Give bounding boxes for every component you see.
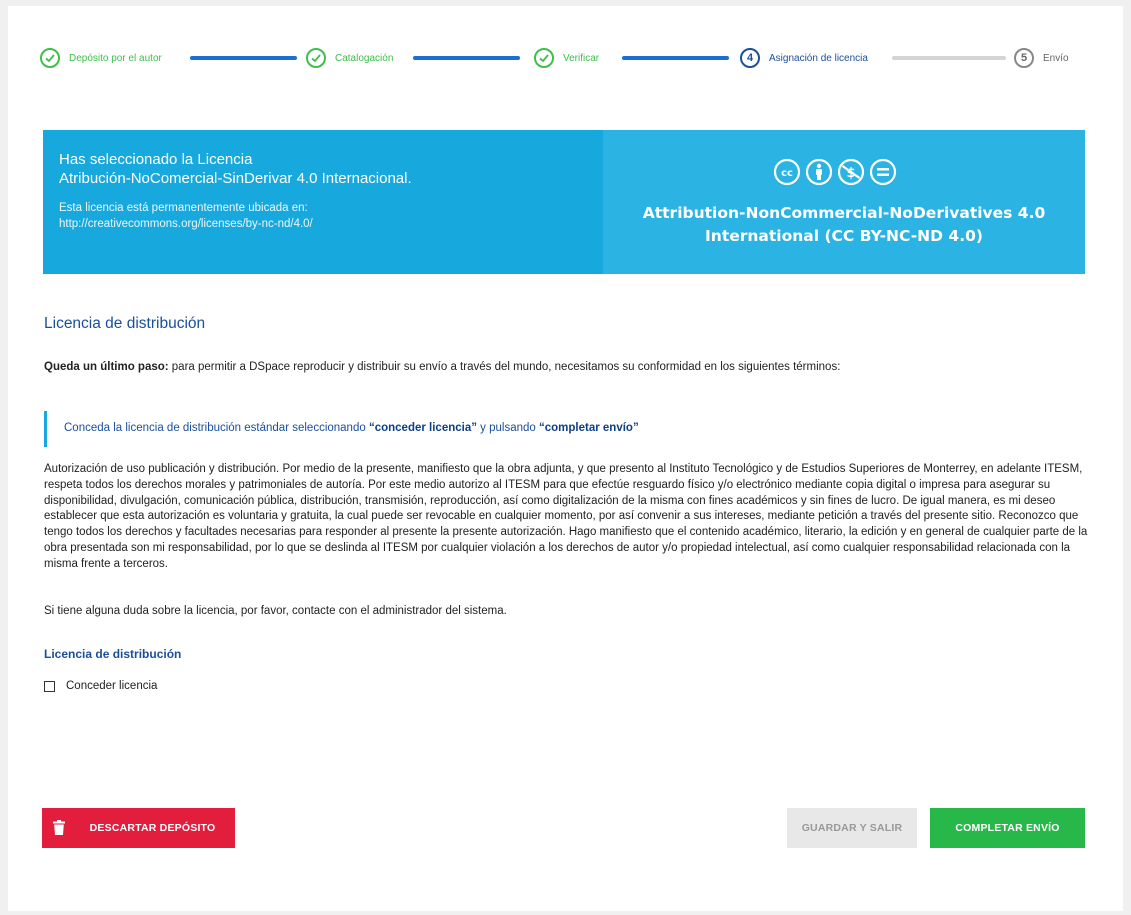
section-title: Licencia de distribución	[44, 315, 206, 332]
step-envio[interactable]: 5 Envío	[1014, 44, 1069, 72]
submission-page: Depósito por el autor Catalogación Verif…	[8, 6, 1123, 911]
noncommercial-icon: $	[837, 158, 865, 186]
step-label: Envío	[1043, 52, 1069, 64]
instruction-callout: Conceda la licencia de distribución está…	[44, 411, 784, 447]
step-label: Asignación de licencia	[769, 52, 868, 64]
svg-text:cc: cc	[781, 168, 793, 179]
cc-license-badge: cc $ Attribution-NonCommercial-NoDerivat…	[603, 130, 1085, 274]
attribution-icon	[805, 158, 833, 186]
progress-stepper: Depósito por el autor Catalogación Verif…	[40, 44, 1100, 72]
discard-deposit-button[interactable]: DESCARTAR DEPÓSITO	[42, 808, 235, 848]
contact-note: Si tiene alguna duda sobre la licencia, …	[44, 605, 507, 617]
grant-license-checkbox[interactable]	[44, 680, 55, 692]
license-selected-title: Has seleccionado la Licencia Atribución-…	[59, 151, 412, 187]
step-label: Verificar	[563, 52, 600, 64]
license-location-note: Esta licencia está permanentemente ubica…	[59, 200, 589, 232]
license-url[interactable]: http://creativecommons.org/licenses/by-n…	[59, 216, 589, 232]
intro-text: Queda un último paso: para permitir a DS…	[44, 361, 841, 373]
step-verificar[interactable]: Verificar	[534, 44, 599, 72]
step-label: Catalogación	[335, 52, 394, 64]
step-connector	[190, 56, 297, 60]
save-and-exit-button[interactable]: GUARDAR Y SALIR	[787, 808, 917, 848]
license-field-title: Licencia de distribución	[44, 647, 182, 661]
grant-license-label[interactable]: Conceder licencia	[66, 680, 157, 692]
step-asignacion-licencia[interactable]: 4 Asignación de licencia	[740, 44, 868, 72]
grant-license-row[interactable]: Conceder licencia	[44, 680, 157, 692]
step-deposito[interactable]: Depósito por el autor	[40, 44, 162, 72]
check-icon	[534, 48, 554, 68]
cc-icon: cc	[773, 158, 801, 186]
cc-icon-group: cc $	[773, 158, 897, 186]
license-banner: Has seleccionado la Licencia Atribución-…	[43, 130, 1085, 274]
step-connector	[413, 56, 520, 60]
step-number: 5	[1014, 48, 1034, 68]
license-full-name: Attribution-NonCommercial-NoDerivatives …	[642, 204, 1046, 245]
step-connector	[622, 56, 729, 60]
check-icon	[40, 48, 60, 68]
step-connector	[892, 56, 1006, 60]
trash-icon	[53, 820, 65, 835]
step-label: Depósito por el autor	[69, 52, 162, 64]
check-icon	[306, 48, 326, 68]
step-catalogacion[interactable]: Catalogación	[306, 44, 393, 72]
license-selection-info: Has seleccionado la Licencia Atribución-…	[59, 150, 589, 232]
noderivatives-icon	[869, 158, 897, 186]
license-terms-text: Autorización de uso publicación y distri…	[44, 463, 1088, 570]
step-number: 4	[740, 48, 760, 68]
complete-submission-button[interactable]: COMPLETAR ENVÍO	[930, 808, 1085, 848]
